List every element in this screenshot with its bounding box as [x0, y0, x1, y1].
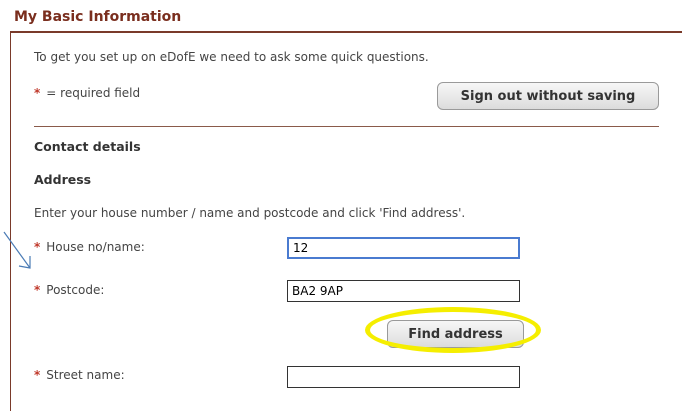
required-field-note: * = required field: [34, 86, 140, 100]
required-marker: *: [34, 368, 41, 382]
sign-out-button[interactable]: Sign out without saving: [437, 82, 659, 110]
house-label-text: House no/name:: [46, 240, 145, 254]
required-marker: *: [34, 283, 41, 297]
house-input[interactable]: [287, 237, 520, 259]
required-marker: *: [34, 86, 41, 100]
postcode-label-text: Postcode:: [46, 283, 105, 297]
contact-details-heading: Contact details: [34, 139, 141, 154]
street-label: * Street name:: [34, 368, 125, 382]
intro-text: To get you set up on eDofE we need to as…: [34, 50, 429, 64]
section-title: My Basic Information: [14, 9, 182, 25]
street-label-text: Street name:: [46, 368, 125, 382]
house-label: * House no/name:: [34, 240, 145, 254]
required-marker: *: [34, 240, 41, 254]
address-instructions: Enter your house number / name and postc…: [34, 206, 466, 220]
find-address-button[interactable]: Find address: [387, 320, 524, 348]
postcode-label: * Postcode:: [34, 283, 104, 297]
divider: [34, 126, 659, 127]
street-input[interactable]: [287, 366, 520, 388]
required-note-text: = required field: [46, 86, 141, 100]
address-heading: Address: [34, 172, 92, 187]
postcode-input[interactable]: [287, 280, 520, 302]
